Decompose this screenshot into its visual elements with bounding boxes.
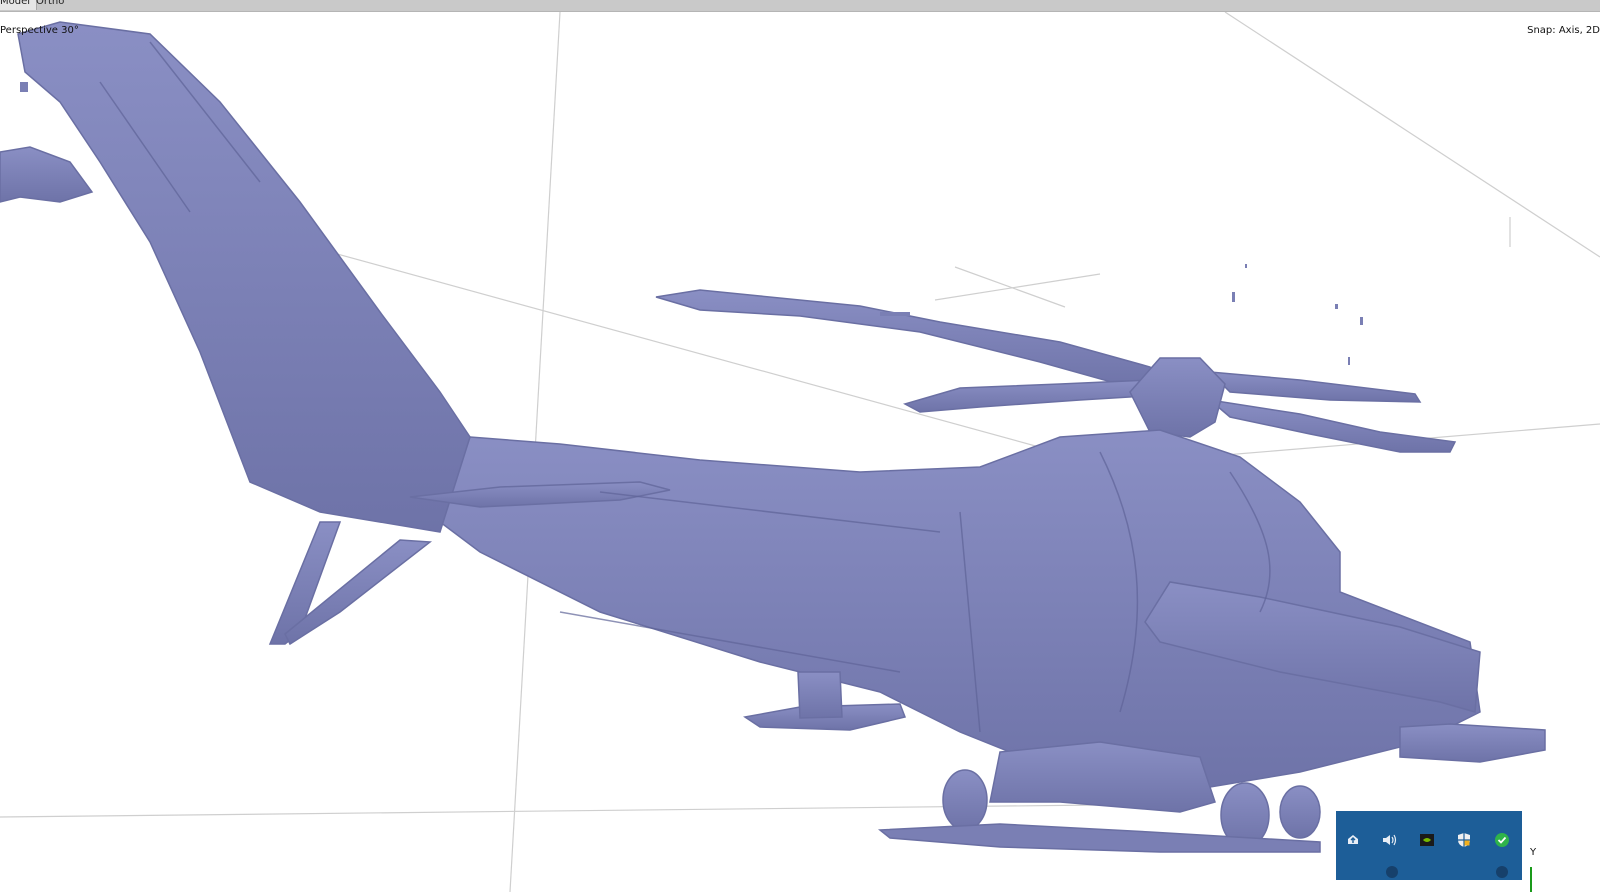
tray-overflow-icon [1386, 866, 1398, 878]
check-icon[interactable] [1491, 829, 1513, 851]
view-tab-bar: Model Ortho [0, 0, 1600, 12]
projection-label: Perspective 30° [0, 25, 79, 36]
speaker-icon[interactable] [1378, 829, 1400, 851]
tray-overflow-icon [1496, 866, 1508, 878]
taskbar-tray-popup [1336, 811, 1522, 880]
axis-y-label: Y [1530, 847, 1537, 858]
snap-label: Snap: Axis, 2D [1527, 25, 1600, 36]
tab-ortho[interactable]: Ortho [30, 0, 70, 10]
shield-icon[interactable] [1453, 829, 1475, 851]
mesh-scene[interactable] [0, 12, 1600, 892]
3d-viewport[interactable]: Perspective 30° Snap: Axis, 2D Y [0, 12, 1600, 892]
cloud-upload-icon[interactable] [1342, 829, 1364, 851]
nvidia-icon[interactable] [1416, 829, 1438, 851]
